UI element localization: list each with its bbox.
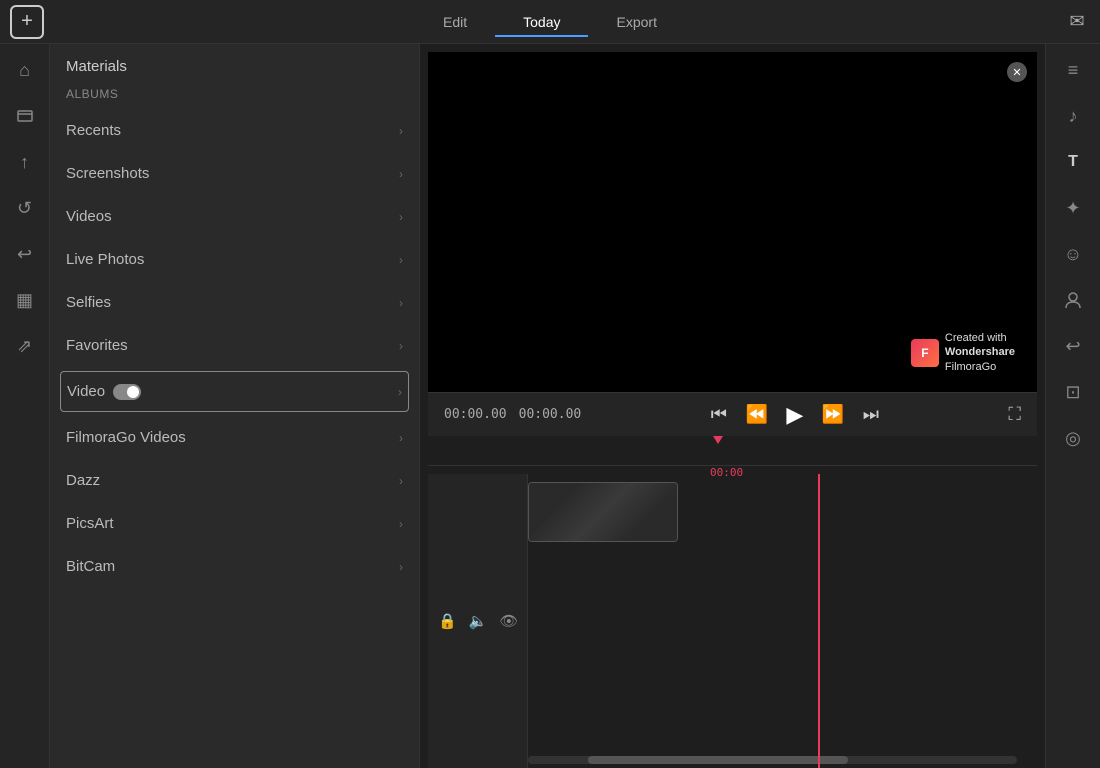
center-area: ✕ F Created with Wondershare FilmoraGo 0… xyxy=(420,44,1045,768)
share2-icon[interactable]: ⇗ xyxy=(9,330,41,362)
sticker-icon[interactable]: ✦ xyxy=(1057,192,1089,224)
undo-icon[interactable]: ↩ xyxy=(9,238,41,270)
track-tools: 🔒 🔈 👁 xyxy=(428,474,528,768)
menu-item-filmorago-videos[interactable]: FilmoraGo Videos › xyxy=(50,416,419,459)
menu-item-label: Favorites xyxy=(66,337,128,354)
timeline-area: 🔒 🔈 👁 00:00 xyxy=(428,436,1037,768)
tab-export[interactable]: Export xyxy=(589,8,685,36)
menu-item-label: Dazz xyxy=(66,472,100,489)
menu-item-live-photos[interactable]: Live Photos › xyxy=(50,238,419,281)
skip-forward-button[interactable]: ⏭ xyxy=(857,401,885,429)
top-bar-tabs: Edit Today Export xyxy=(415,8,685,36)
timeline-scrollbar[interactable] xyxy=(528,756,1017,764)
chevron-icon: › xyxy=(399,431,403,445)
menu-item-picsart[interactable]: PicsArt › xyxy=(50,502,419,545)
music-icon[interactable]: ♪ xyxy=(1057,100,1089,132)
menu-item-label: BitCam xyxy=(66,558,115,575)
forward-button[interactable]: ⏩ xyxy=(819,401,847,429)
watermark-logo: F xyxy=(911,339,939,367)
menu-item-recents[interactable]: Recents › xyxy=(50,109,419,152)
menu-item-screenshots[interactable]: Screenshots › xyxy=(50,152,419,195)
tab-today[interactable]: Today xyxy=(495,8,588,36)
menu-item-label: Recents xyxy=(66,122,121,139)
menu-item-dazz[interactable]: Dazz › xyxy=(50,459,419,502)
menu-item-bitcam[interactable]: BitCam › xyxy=(50,545,419,588)
scrollbar-thumb[interactable] xyxy=(588,756,848,764)
chevron-icon: › xyxy=(399,560,403,574)
fullscreen-button[interactable]: ⛶ xyxy=(1008,404,1021,425)
icon-sidebar-left: ⌂ ↑ ↺ ↩ ▦ ⇗ xyxy=(0,44,50,768)
text-icon[interactable]: T xyxy=(1057,146,1089,178)
skip-back-button[interactable]: ⏮ xyxy=(705,401,733,429)
menu-item-videos[interactable]: Videos › xyxy=(50,195,419,238)
chevron-icon: › xyxy=(399,253,403,267)
timeline-marker-label: 00:00 xyxy=(710,466,743,479)
rotate-icon[interactable]: ↺ xyxy=(9,192,41,224)
time-total: 00:00.00 xyxy=(519,407,582,422)
top-bar-right: ✉ xyxy=(1066,11,1100,33)
menu-item-label: Videos xyxy=(66,208,112,225)
headphone-icon[interactable]: ◎ xyxy=(1057,422,1089,454)
back-button[interactable]: ⏪ xyxy=(743,401,771,429)
tab-edit[interactable]: Edit xyxy=(415,8,495,36)
main-content: ⌂ ↑ ↺ ↩ ▦ ⇗ Materials Albums Recents › S… xyxy=(0,44,1100,768)
materials-header: Materials xyxy=(50,44,419,83)
chevron-icon: › xyxy=(399,517,403,531)
menu-item-favorites[interactable]: Favorites › xyxy=(50,324,419,367)
menu-icon[interactable]: ≡ xyxy=(1057,54,1089,86)
lock-icon[interactable]: 🔒 xyxy=(438,612,457,630)
menu-item-selfies[interactable]: Selfies › xyxy=(50,281,419,324)
layers-icon[interactable] xyxy=(9,100,41,132)
close-preview-button[interactable]: ✕ xyxy=(1007,62,1027,82)
chevron-icon: › xyxy=(399,210,403,224)
video-toggle[interactable] xyxy=(113,384,141,400)
person-icon[interactable] xyxy=(1057,284,1089,316)
left-panel: Materials Albums Recents › Screenshots ›… xyxy=(50,44,420,768)
ctrl-buttons: ⏮ ⏪ ▶ ⏩ ⏭ xyxy=(705,401,885,429)
grid-icon[interactable]: ▦ xyxy=(9,284,41,316)
watermark-text: Created with Wondershare FilmoraGo xyxy=(945,331,1015,374)
chevron-icon: › xyxy=(398,385,402,399)
timeline-marker-head xyxy=(713,436,723,444)
play-button[interactable]: ▶ xyxy=(781,401,809,429)
track-content xyxy=(528,474,1037,768)
share-icon[interactable]: ↑ xyxy=(9,146,41,178)
chevron-icon: › xyxy=(399,339,403,353)
video-label: Video xyxy=(67,383,105,400)
back-icon[interactable]: ↩ xyxy=(1057,330,1089,362)
timeline-playhead-line xyxy=(818,474,820,768)
mail-icon[interactable]: ✉ xyxy=(1066,11,1088,33)
watermark: F Created with Wondershare FilmoraGo xyxy=(903,327,1023,378)
emoji-icon[interactable]: ☺ xyxy=(1057,238,1089,270)
track-clip[interactable] xyxy=(528,482,678,542)
clip-thumbnail xyxy=(529,483,677,541)
playback-controls: 00:00.00 00:00.00 ⏮ ⏪ ▶ ⏩ ⏭ ⛶ xyxy=(428,392,1037,436)
video-preview: ✕ F Created with Wondershare FilmoraGo xyxy=(428,52,1037,392)
chevron-icon: › xyxy=(399,124,403,138)
timeline-track: 🔒 🔈 👁 xyxy=(428,474,1037,768)
crop-icon[interactable]: ⊡ xyxy=(1057,376,1089,408)
add-button[interactable]: + xyxy=(10,5,44,39)
menu-item-label: FilmoraGo Videos xyxy=(66,429,186,446)
top-bar-left: + xyxy=(0,5,55,39)
eye-icon[interactable]: 👁 xyxy=(499,612,518,630)
video-item-left: Video xyxy=(67,383,141,400)
menu-item-label: Live Photos xyxy=(66,251,144,268)
top-bar: + Edit Today Export ✉ xyxy=(0,0,1100,44)
time-display: 00:00.00 00:00.00 xyxy=(444,407,581,422)
chevron-icon: › xyxy=(399,474,403,488)
menu-item-label: Screenshots xyxy=(66,165,149,182)
sound-icon[interactable]: 🔈 xyxy=(469,612,488,630)
menu-item-video[interactable]: Video › xyxy=(60,371,409,412)
albums-label: Albums xyxy=(50,83,419,109)
menu-item-label: Selfies xyxy=(66,294,111,311)
time-current: 00:00.00 xyxy=(444,407,507,422)
menu-item-label: PicsArt xyxy=(66,515,114,532)
chevron-icon: › xyxy=(399,167,403,181)
chevron-icon: › xyxy=(399,296,403,310)
right-sidebar: ≡ ♪ T ✦ ☺ ↩ ⊡ ◎ xyxy=(1045,44,1100,768)
home-icon[interactable]: ⌂ xyxy=(9,54,41,86)
timeline-header xyxy=(428,436,1037,466)
